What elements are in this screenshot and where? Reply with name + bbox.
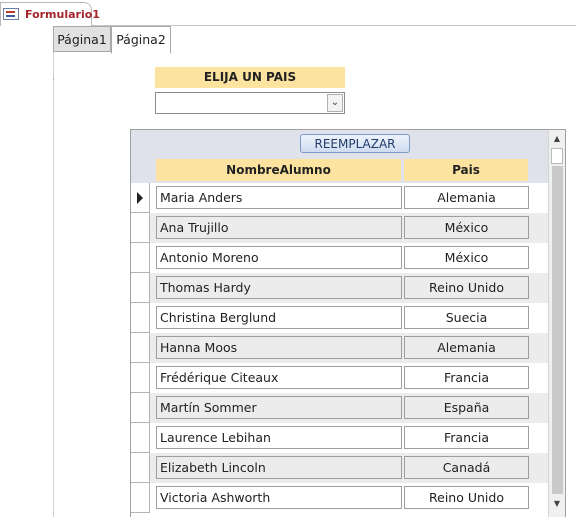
scroll-down-icon[interactable]: ▼: [550, 497, 564, 511]
subform-header: REEMPLAZAR NombreAlumno Pais: [131, 130, 548, 183]
table-row[interactable]: Thomas Hardy Reino Unido: [131, 273, 548, 303]
record-selector[interactable]: [131, 423, 150, 453]
pais-field[interactable]: España: [404, 396, 529, 419]
pais-field[interactable]: México: [404, 246, 529, 269]
country-filter-label: ELIJA UN PAIS: [155, 67, 345, 88]
replace-button[interactable]: REEMPLAZAR: [300, 134, 410, 153]
records-list: Maria Anders Alemania Ana Trujillo México An…: [131, 183, 548, 513]
record-selector-current[interactable]: [131, 183, 150, 213]
table-row[interactable]: Hanna Moos Alemania: [131, 333, 548, 363]
nombrealumno-field[interactable]: Antonio Moreno: [156, 246, 402, 269]
nombrealumno-field[interactable]: Hanna Moos: [156, 336, 402, 359]
pais-field[interactable]: México: [404, 216, 529, 239]
students-subform: REEMPLAZAR NombreAlumno Pais Maria Ander…: [130, 129, 566, 517]
pais-field[interactable]: Francia: [404, 366, 529, 389]
record-selector[interactable]: [131, 483, 150, 513]
pais-field[interactable]: Suecia: [404, 306, 529, 329]
record-selector[interactable]: [131, 393, 150, 423]
document-tab-formulario1[interactable]: Formulario1: [0, 2, 100, 26]
record-selector[interactable]: [131, 453, 150, 483]
document-tab-strip: Formulario1: [0, 0, 576, 26]
form-icon: [3, 8, 19, 20]
table-row[interactable]: Antonio Moreno México: [131, 243, 548, 273]
country-filter-combo[interactable]: ⌄: [155, 92, 345, 114]
nombrealumno-field[interactable]: Victoria Ashworth: [156, 486, 402, 509]
table-row[interactable]: Maria Anders Alemania: [131, 183, 548, 213]
record-selector[interactable]: [131, 303, 150, 333]
pais-field[interactable]: Reino Unido: [404, 276, 529, 299]
nombrealumno-field[interactable]: Elizabeth Lincoln: [156, 456, 402, 479]
record-selector[interactable]: [131, 243, 150, 273]
table-row[interactable]: Ana Trujillo México: [131, 213, 548, 243]
scroll-thumb[interactable]: [551, 148, 563, 164]
nombrealumno-field[interactable]: Frédérique Citeaux: [156, 366, 402, 389]
table-row[interactable]: Victoria Ashworth Reino Unido: [131, 483, 548, 513]
pais-field[interactable]: Alemania: [404, 186, 529, 209]
pais-field[interactable]: Francia: [404, 426, 529, 449]
table-row[interactable]: Elizabeth Lincoln Canadá: [131, 453, 548, 483]
tab-pagina2[interactable]: Página2: [111, 26, 171, 54]
nombrealumno-field[interactable]: Martín Sommer: [156, 396, 402, 419]
nombrealumno-field[interactable]: Christina Berglund: [156, 306, 402, 329]
table-row[interactable]: Martín Sommer España: [131, 393, 548, 423]
nombrealumno-field[interactable]: Laurence Lebihan: [156, 426, 402, 449]
nombrealumno-field[interactable]: Ana Trujillo: [156, 216, 402, 239]
tab-label: Página1: [57, 32, 107, 47]
record-selector[interactable]: [131, 273, 150, 303]
nombrealumno-field[interactable]: Thomas Hardy: [156, 276, 402, 299]
record-selector[interactable]: [131, 363, 150, 393]
pais-field[interactable]: Reino Unido: [404, 486, 529, 509]
column-header-pais: Pais: [404, 159, 528, 181]
tab-pagina1[interactable]: Página1: [53, 26, 111, 52]
scroll-up-icon[interactable]: ▲: [550, 132, 564, 146]
nombrealumno-field[interactable]: Maria Anders: [156, 186, 402, 209]
tab-label: Página2: [116, 32, 166, 47]
record-selector[interactable]: [131, 213, 150, 243]
pais-field[interactable]: Canadá: [404, 456, 529, 479]
vertical-scrollbar[interactable]: ▲ ▼: [548, 130, 565, 517]
document-tab-label: Formulario1: [25, 8, 100, 21]
record-selector[interactable]: [131, 333, 150, 363]
pais-field[interactable]: Alemania: [404, 336, 529, 359]
table-row[interactable]: Frédérique Citeaux Francia: [131, 363, 548, 393]
table-row[interactable]: Christina Berglund Suecia: [131, 303, 548, 333]
column-header-nombrealumno: NombreAlumno: [156, 159, 401, 181]
table-row[interactable]: Laurence Lebihan Francia: [131, 423, 548, 453]
scroll-track[interactable]: [552, 166, 563, 494]
chevron-down-icon[interactable]: ⌄: [327, 94, 343, 112]
